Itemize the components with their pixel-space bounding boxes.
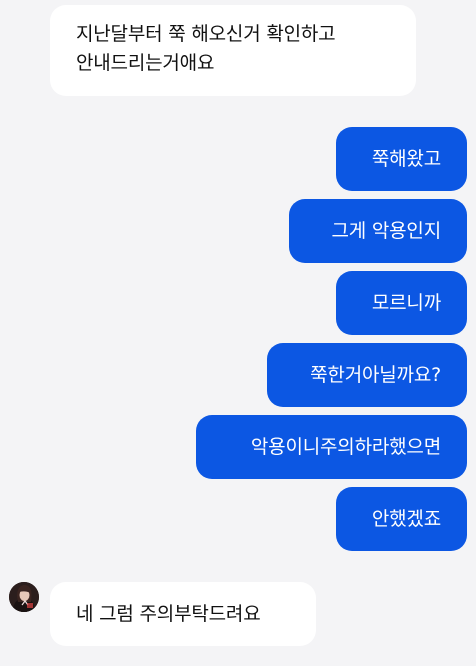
message-text: 쭉해왔고: [371, 147, 441, 170]
chat-thread: 지난달부터 쭉 해오신거 확인하고 안내드리는거애요 쭉해왔고 그게 악용인지 …: [0, 0, 476, 666]
profile-photo-icon[interactable]: [9, 582, 39, 612]
outgoing-message-bubble[interactable]: 악용이니주의하라했으면: [196, 415, 467, 479]
avatar-image: [9, 582, 39, 612]
message-text-line-1: 지난달부터 쭉 해오신거 확인하고: [76, 23, 336, 45]
incoming-message-bubble[interactable]: 네 그럼 주의부탁드려요: [50, 582, 316, 646]
outgoing-message-bubble[interactable]: 그게 악용인지: [289, 199, 467, 263]
message-text: 그게 악용인지: [331, 219, 441, 242]
message-text-line-2: 안내드리는거애요: [76, 52, 215, 74]
message-text: 쭉한거아닐까요?: [310, 363, 441, 386]
message-text: 안했겠죠: [371, 507, 441, 530]
outgoing-message-bubble[interactable]: 모르니까: [336, 271, 467, 335]
outgoing-message-bubble[interactable]: 쭉해왔고: [336, 127, 467, 191]
incoming-message-bubble[interactable]: 지난달부터 쭉 해오신거 확인하고 안내드리는거애요: [50, 5, 416, 96]
outgoing-message-bubble[interactable]: 쭉한거아닐까요?: [267, 343, 467, 407]
message-text: 악용이니주의하라했으면: [250, 435, 441, 458]
outgoing-message-bubble[interactable]: 안했겠죠: [336, 487, 467, 551]
message-text: 네 그럼 주의부탁드려요: [76, 602, 261, 625]
message-text: 모르니까: [371, 291, 441, 314]
